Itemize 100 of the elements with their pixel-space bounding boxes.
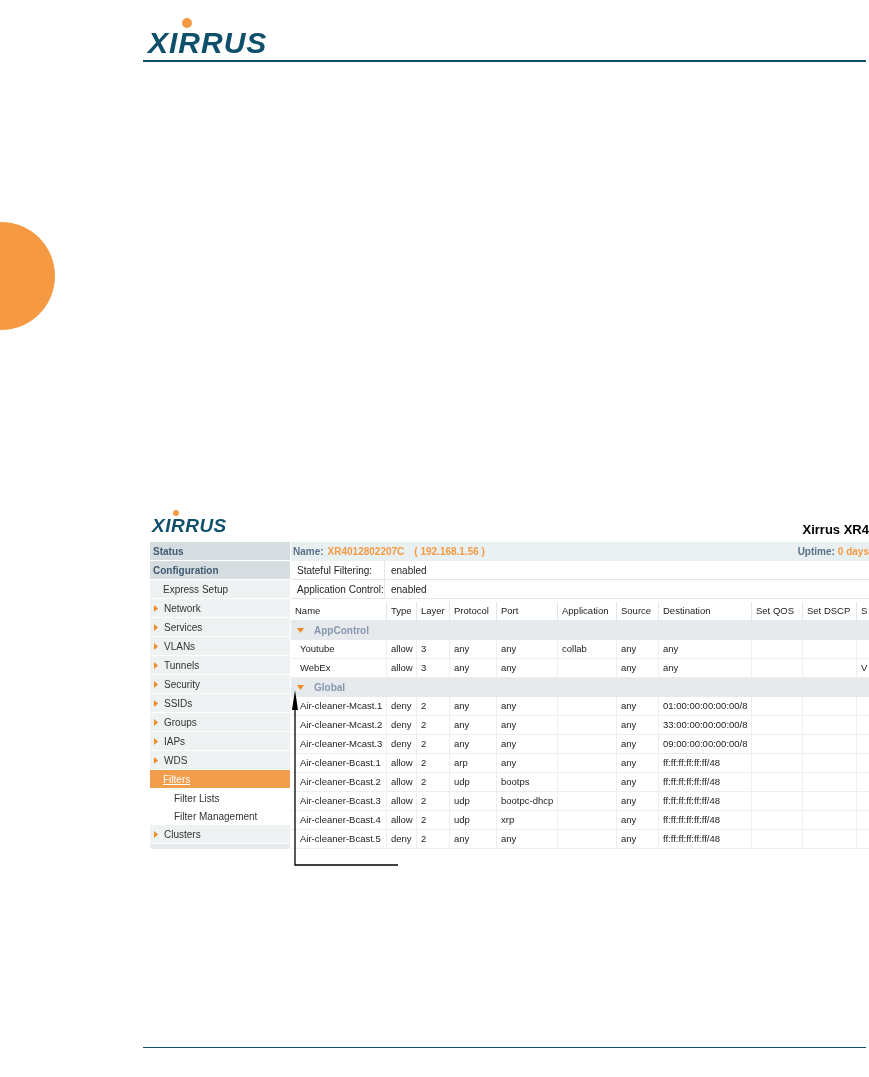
table-cell: any <box>497 735 558 753</box>
column-header[interactable]: Set QOS <box>752 602 803 620</box>
column-header[interactable]: Port <box>497 602 558 620</box>
column-header[interactable]: Layer <box>417 602 450 620</box>
table-cell: bootpc-dhcp <box>497 792 558 810</box>
table-cell: Air-cleaner-Bcast.5 <box>291 830 387 848</box>
table-cell: ff:ff:ff:ff:ff:ff/48 <box>659 754 752 772</box>
setting-label: Application Control: <box>291 580 385 598</box>
table-cell: any <box>497 716 558 734</box>
expand-arrow-icon <box>154 756 158 764</box>
nav-item[interactable]: VLANs <box>150 637 290 656</box>
table-cell: 2 <box>417 754 450 772</box>
table-cell: any <box>617 716 659 734</box>
expand-arrow-icon <box>154 642 158 650</box>
nav-item[interactable]: Groups <box>150 713 290 732</box>
column-header[interactable]: Set DSCP <box>803 602 857 620</box>
nav-item[interactable]: WDS <box>150 751 290 770</box>
table-cell: any <box>617 735 659 753</box>
table-cell: deny <box>387 697 417 715</box>
table-cell: any <box>450 640 497 658</box>
nav-item[interactable]: Tunnels <box>150 656 290 675</box>
table-cell: udp <box>450 792 497 810</box>
nav-item[interactable]: IAPs <box>150 732 290 751</box>
table-cell: any <box>659 659 752 677</box>
table-cell: allow <box>387 640 417 658</box>
table-cell: any <box>450 659 497 677</box>
nav-item[interactable]: Clusters <box>150 825 290 844</box>
table-cell: any <box>450 716 497 734</box>
table-cell: any <box>617 640 659 658</box>
table-cell: 2 <box>417 716 450 734</box>
table-cell: Youtube <box>291 640 387 658</box>
nav-section[interactable]: Status <box>150 542 290 561</box>
table-cell: any <box>659 640 752 658</box>
table-cell: 2 <box>417 792 450 810</box>
column-header[interactable]: Destination <box>659 602 752 620</box>
table-cell: allow <box>387 754 417 772</box>
table-cell: allow <box>387 811 417 829</box>
logo: XIRRUS <box>148 18 274 60</box>
table-cell: 2 <box>417 735 450 753</box>
table-cell: WebEx <box>291 659 387 677</box>
logo: XIRRUS <box>152 510 231 536</box>
table-cell: 33:00:00:00:00:00/8 <box>659 716 752 734</box>
uptime-label: Uptime: <box>797 545 835 559</box>
column-header[interactable]: Source <box>617 602 659 620</box>
table-cell: arp <box>450 754 497 772</box>
table-cell: any <box>497 640 558 658</box>
device-name: XR4012802207C <box>327 545 405 559</box>
table-cell: xrp <box>497 811 558 829</box>
nav-item[interactable]: Filter Lists <box>150 789 290 807</box>
nav-item[interactable]: Express Setup <box>150 580 290 599</box>
ip-address: ( 192.168.1.56 ) <box>414 545 485 559</box>
table-cell: any <box>617 811 659 829</box>
expand-arrow-icon <box>154 604 158 612</box>
expand-arrow-icon <box>154 737 158 745</box>
table-cell: udp <box>450 773 497 791</box>
table-cell: any <box>617 659 659 677</box>
nav-item[interactable]: Network <box>150 599 290 618</box>
column-header[interactable]: Name <box>291 602 387 620</box>
nav-item[interactable]: Security <box>150 675 290 694</box>
table-cell: 2 <box>417 811 450 829</box>
setting-value: enabled <box>390 582 427 597</box>
table-cell: allow <box>387 659 417 677</box>
column-header[interactable]: Protocol <box>450 602 497 620</box>
nav-section[interactable]: Configuration <box>150 561 290 580</box>
table-cell: deny <box>387 735 417 753</box>
table-cell: 09:00:00:00:00:00/8 <box>659 735 752 753</box>
nav-item[interactable]: Filter Management <box>150 807 290 825</box>
table-cell: allow <box>387 792 417 810</box>
table-cell: any <box>617 830 659 848</box>
table-cell: ff:ff:ff:ff:ff:ff/48 <box>659 830 752 848</box>
device-title: Xirrus XR4 <box>802 523 869 536</box>
table-cell: Air-cleaner-Bcast.4 <box>291 811 387 829</box>
table-cell: Air-cleaner-Bcast.3 <box>291 792 387 810</box>
column-header[interactable]: S <box>857 602 869 620</box>
table-cell: any <box>497 830 558 848</box>
table-cell: any <box>497 754 558 772</box>
column-header[interactable]: Application <box>558 602 617 620</box>
table-cell: bootps <box>497 773 558 791</box>
table-cell-text: V <box>860 660 869 675</box>
table-cell: 2 <box>417 830 450 848</box>
table-cell: 01:00:00:00:00:00/8 <box>659 697 752 715</box>
nav-item[interactable]: SSIDs <box>150 694 290 713</box>
expand-arrow-icon <box>154 699 158 707</box>
setting-value: enabled <box>390 563 427 578</box>
table-cell: any <box>450 735 497 753</box>
uptime-value: 0 days <box>837 545 869 559</box>
table-cell: ff:ff:ff:ff:ff:ff/48 <box>659 811 752 829</box>
table-cell: Air-cleaner-Mcast.2 <box>291 716 387 734</box>
table-cell: 2 <box>417 773 450 791</box>
expand-arrow-icon <box>154 830 158 838</box>
table-cell: any <box>617 792 659 810</box>
name-label: Name: <box>293 545 324 559</box>
expand-arrow-icon <box>154 680 158 688</box>
table-cell: Air-cleaner-Bcast.2 <box>291 773 387 791</box>
table-cell: 3 <box>417 640 450 658</box>
table-cell: collab <box>558 640 617 658</box>
table-cell: ff:ff:ff:ff:ff:ff/48 <box>659 792 752 810</box>
column-header[interactable]: Type <box>387 602 417 620</box>
table-cell: Air-cleaner-Mcast.3 <box>291 735 387 753</box>
nav-item[interactable]: Services <box>150 618 290 637</box>
